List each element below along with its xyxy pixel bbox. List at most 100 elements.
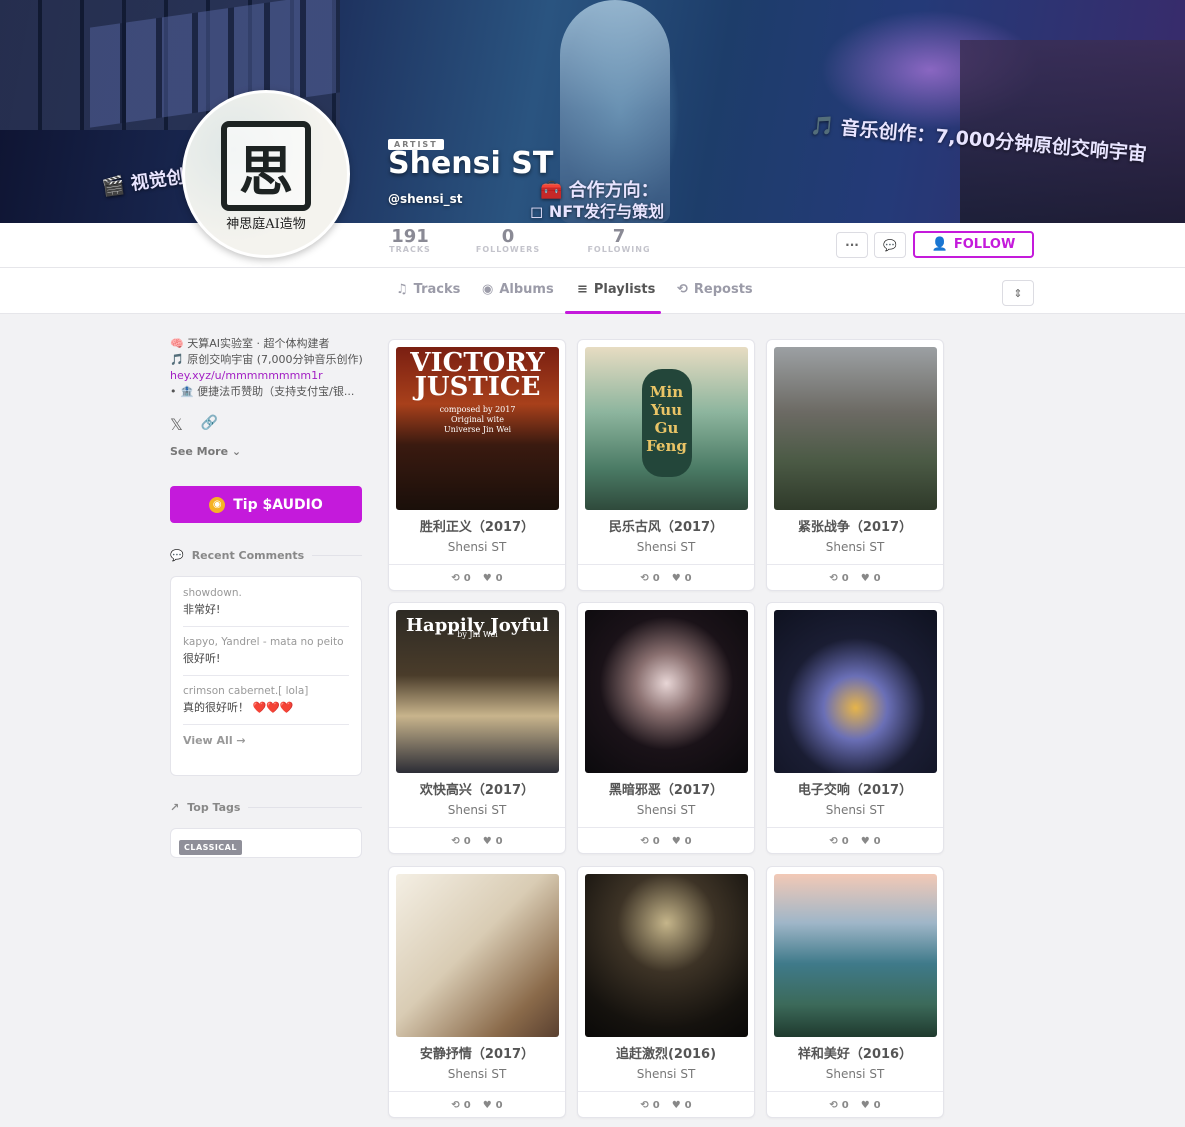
repost-count-value: 0 xyxy=(841,836,849,847)
banner-caption-left: 🎬 视觉创 xyxy=(101,166,186,199)
playlist-card[interactable]: 追赶激烈(2016) Shensi ST ⟲ 0 ♥ 0 xyxy=(577,866,755,1118)
sort-button[interactable]: ⇕ xyxy=(1002,280,1034,306)
tab-tracks[interactable]: ♫ Tracks xyxy=(396,282,460,297)
add-user-icon: 👤 xyxy=(931,237,948,252)
comment-author: crimson cabernet.[ lola] xyxy=(183,685,309,697)
like-count[interactable]: ♥ 0 xyxy=(672,836,692,847)
follow-button[interactable]: 👤 FOLLOW xyxy=(913,231,1034,258)
stat-following[interactable]: 7 FOLLOWING xyxy=(586,226,652,254)
playlist-artist[interactable]: Shensi ST xyxy=(389,540,565,554)
view-all-comments-link[interactable]: View All → xyxy=(183,734,349,747)
see-more-link[interactable]: See More ⌄ xyxy=(170,445,241,458)
repost-icon: ⟲ xyxy=(640,836,649,847)
playlist-artwork[interactable]: Min Yuu Gu Feng xyxy=(585,347,748,510)
playlist-title[interactable]: 安静抒情（2017） xyxy=(389,1043,565,1062)
active-tab-indicator xyxy=(565,311,661,314)
playlist-artwork[interactable] xyxy=(585,874,748,1037)
repost-count[interactable]: ⟲ 0 xyxy=(451,573,470,584)
like-count-value: 0 xyxy=(684,1100,692,1111)
playlist-artwork[interactable] xyxy=(396,874,559,1037)
comment-item[interactable]: kapyo, Yandrel - mata no peito 很好听! xyxy=(183,636,349,676)
message-button[interactable]: 💬 xyxy=(874,232,906,258)
top-tags-title: Top Tags xyxy=(187,801,241,814)
repost-count[interactable]: ⟲ 0 xyxy=(640,573,659,584)
playlist-title[interactable]: 追赶激烈(2016) xyxy=(578,1043,754,1062)
playlist-artist[interactable]: Shensi ST xyxy=(767,1067,943,1081)
tip-audio-button[interactable]: ◉ Tip $AUDIO xyxy=(170,486,362,523)
like-count[interactable]: ♥ 0 xyxy=(861,573,881,584)
heart-icon: ♥ xyxy=(482,836,492,847)
playlist-title[interactable]: 祥和美好（2016） xyxy=(767,1043,943,1062)
playlist-card[interactable]: 紧张战争（2017） Shensi ST ⟲ 0 ♥ 0 xyxy=(766,339,944,591)
banner-caption-center-2: ◻ NFT发行与策划 xyxy=(530,202,665,221)
playlist-card[interactable]: Happily Joyful by Jin Wei 欢快高兴（2017） Shensi… xyxy=(388,602,566,854)
playlist-card[interactable]: 安静抒情（2017） Shensi ST ⟲ 0 ♥ 0 xyxy=(388,866,566,1118)
comment-item[interactable]: crimson cabernet.[ lola] 真的很好听！ ❤️❤️❤️ xyxy=(183,685,349,725)
repost-icon: ⟲ xyxy=(829,836,838,847)
heart-icon: ♥ xyxy=(860,573,870,584)
repost-count[interactable]: ⟲ 0 xyxy=(451,1100,470,1111)
playlist-artist[interactable]: Shensi ST xyxy=(578,540,754,554)
playlist-artwork[interactable]: VICTORY JUSTICE composed by 2017 Original… xyxy=(396,347,559,510)
repost-count[interactable]: ⟲ 0 xyxy=(640,836,659,847)
tab-reposts[interactable]: ⟲ Reposts xyxy=(677,282,753,297)
playlist-title[interactable]: 欢快高兴（2017） xyxy=(389,779,565,798)
bio-line-1: 🧠 天算AI实验室 · 超个体构建者 xyxy=(170,337,330,350)
playlist-card[interactable]: 祥和美好（2016） Shensi ST ⟲ 0 ♥ 0 xyxy=(766,866,944,1118)
playlist-icon: ≡ xyxy=(577,282,588,297)
repost-count[interactable]: ⟲ 0 xyxy=(451,836,470,847)
tab-albums[interactable]: ◉ Albums xyxy=(482,282,554,297)
playlist-title[interactable]: 民乐古风（2017） xyxy=(578,516,754,535)
playlist-title[interactable]: 电子交响（2017） xyxy=(767,779,943,798)
playlist-artist[interactable]: Shensi ST xyxy=(389,1067,565,1081)
artist-handle: @shensi_st xyxy=(388,192,463,206)
playlist-artwork[interactable]: Happily Joyful by Jin Wei xyxy=(396,610,559,773)
repost-count[interactable]: ⟲ 0 xyxy=(829,836,848,847)
playlist-artist[interactable]: Shensi ST xyxy=(767,803,943,817)
playlist-title[interactable]: 黑暗邪恶（2017） xyxy=(578,779,754,798)
repost-count-value: 0 xyxy=(841,1100,849,1111)
like-count[interactable]: ♥ 0 xyxy=(483,573,503,584)
playlist-artist[interactable]: Shensi ST xyxy=(578,803,754,817)
tab-playlists[interactable]: ≡ Playlists xyxy=(577,282,655,297)
playlist-stats: ⟲ 0 ♥ 0 xyxy=(578,1091,754,1117)
bio-link[interactable]: hey.xyz/u/mmmmmmmm1r xyxy=(170,368,365,384)
like-count[interactable]: ♥ 0 xyxy=(483,1100,503,1111)
playlist-card[interactable]: 电子交响（2017） Shensi ST ⟲ 0 ♥ 0 xyxy=(766,602,944,854)
like-count[interactable]: ♥ 0 xyxy=(672,1100,692,1111)
playlist-artwork[interactable] xyxy=(774,610,937,773)
tab-playlists-label: Playlists xyxy=(593,282,656,297)
playlist-title[interactable]: 胜利正义（2017） xyxy=(389,516,565,535)
playlist-artist[interactable]: Shensi ST xyxy=(578,1067,754,1081)
tag-chip[interactable]: CLASSICAL xyxy=(179,840,242,855)
playlist-artwork[interactable] xyxy=(774,874,937,1037)
like-count[interactable]: ♥ 0 xyxy=(861,1100,881,1111)
artist-name: Shensi ST xyxy=(388,146,554,181)
comment-text: 非常好! xyxy=(183,603,221,616)
playlist-artwork[interactable] xyxy=(585,610,748,773)
repost-count-value: 0 xyxy=(841,573,849,584)
playlist-artist[interactable]: Shensi ST xyxy=(767,540,943,554)
x-twitter-icon[interactable]: 𝕏 xyxy=(170,415,183,434)
like-count[interactable]: ♥ 0 xyxy=(483,836,503,847)
profile-avatar[interactable]: 思 神思庭AI造物 xyxy=(182,90,350,258)
comment-item[interactable]: showdown. 非常好! xyxy=(183,587,349,627)
more-options-button[interactable]: ··· xyxy=(836,232,868,258)
repost-count[interactable]: ⟲ 0 xyxy=(829,1100,848,1111)
playlist-title[interactable]: 紧张战争（2017） xyxy=(767,516,943,535)
like-count[interactable]: ♥ 0 xyxy=(861,836,881,847)
repost-count[interactable]: ⟲ 0 xyxy=(829,573,848,584)
like-count[interactable]: ♥ 0 xyxy=(672,573,692,584)
heart-icon: ♥ xyxy=(671,573,681,584)
playlist-artist[interactable]: Shensi ST xyxy=(389,803,565,817)
link-icon[interactable]: 🔗 xyxy=(201,415,218,434)
playlist-card[interactable]: Min Yuu Gu Feng 民乐古风（2017） Shensi ST ⟲ 0 ♥ 0 xyxy=(577,339,755,591)
repost-count[interactable]: ⟲ 0 xyxy=(640,1100,659,1111)
stat-followers[interactable]: 0 FOLLOWERS xyxy=(475,226,541,254)
repost-count-value: 0 xyxy=(463,1100,471,1111)
playlist-card[interactable]: VICTORY JUSTICE composed by 2017 Original… xyxy=(388,339,566,591)
playlist-card[interactable]: 黑暗邪恶（2017） Shensi ST ⟲ 0 ♥ 0 xyxy=(577,602,755,854)
playlist-artwork[interactable] xyxy=(774,347,937,510)
stat-tracks-value: 191 xyxy=(391,226,429,247)
stat-tracks[interactable]: 191 TRACKS xyxy=(388,226,432,254)
